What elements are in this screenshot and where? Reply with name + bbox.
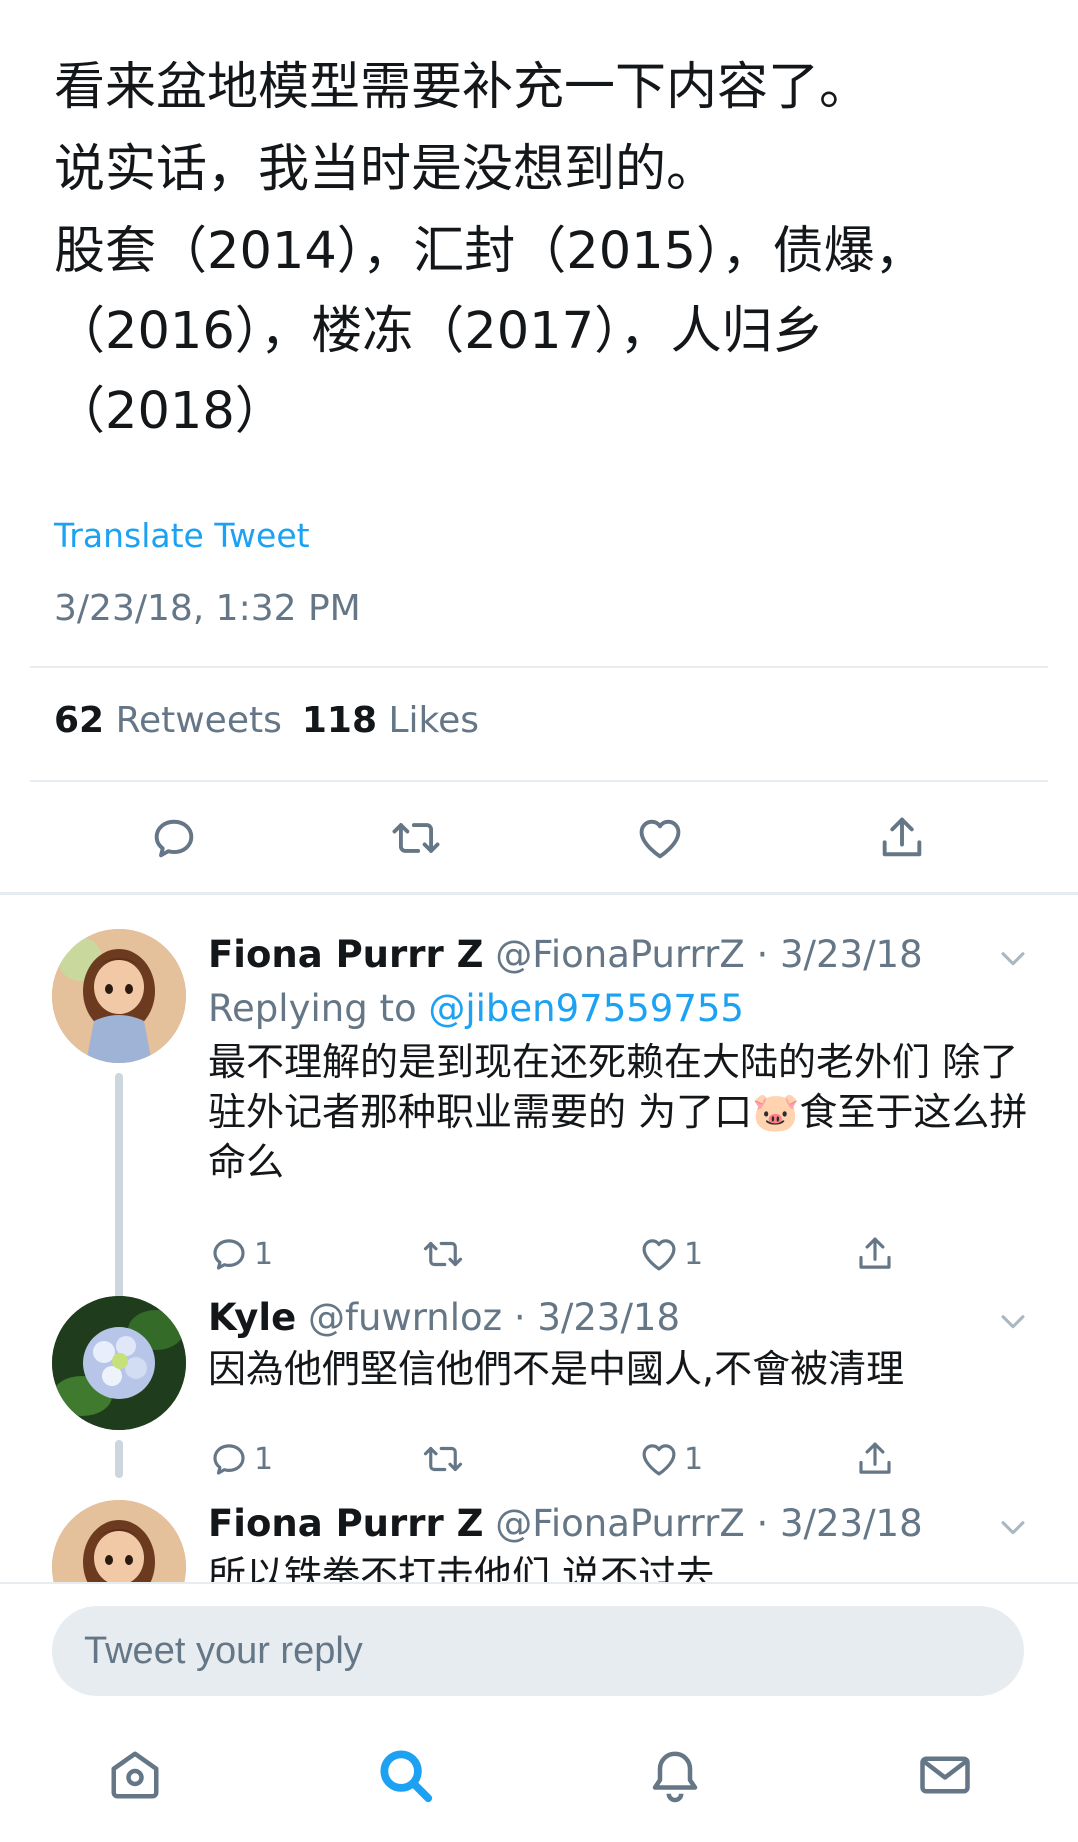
chevron-down-icon[interactable] [996, 941, 1030, 975]
tweet-text: 看来盆地模型需要补充一下内容了。 说实话，我当时是没想到的。 股套（2014），… [54, 48, 1004, 454]
share-icon [882, 817, 922, 857]
reply-date: · 3/23/18 [756, 933, 923, 976]
avatar-figure-image [52, 1500, 186, 1582]
mention-link[interactable]: @jiben97559755 [428, 987, 744, 1030]
user-name[interactable]: Fiona Purrr Z [208, 1502, 483, 1545]
notifications-icon [652, 1751, 698, 1803]
avatar[interactable] [52, 1500, 186, 1582]
reply-header: Fiona Purrr Z @FionaPurrrZ · 3/23/18 [208, 931, 923, 979]
avatar[interactable] [52, 1296, 186, 1430]
tweet-stats: 62 Retweets 118 Likes [54, 700, 479, 741]
tab-messages[interactable] [910, 1740, 980, 1810]
tweet-line-1: 看来盆地模型需要补充一下内容了。 [54, 58, 871, 117]
chevron-down-icon[interactable] [996, 1510, 1030, 1544]
reply-tweet[interactable]: Fiona Purrr Z @FionaPurrrZ · 3/23/18 所以铁… [0, 1470, 1078, 1582]
share-button[interactable] [872, 808, 932, 868]
messages-icon [920, 1756, 970, 1794]
reply-button[interactable]: 1 [208, 1229, 273, 1279]
tab-home[interactable] [100, 1740, 170, 1810]
retweet-icon [392, 823, 440, 853]
tweet-line-2: 说实话，我当时是没想到的。 [54, 140, 718, 199]
chevron-down-icon[interactable] [996, 1304, 1030, 1338]
reply-header: Kyle @fuwrnloz · 3/23/18 [208, 1294, 680, 1342]
user-handle[interactable]: @FionaPurrrZ [495, 933, 744, 976]
home-icon [111, 1751, 159, 1799]
user-handle[interactable]: @fuwrnloz [308, 1296, 502, 1339]
likes-label: Likes [388, 700, 479, 741]
reply-date: · 3/23/18 [756, 1502, 923, 1545]
retweets-count: 62 [54, 700, 105, 741]
reply-icon [154, 819, 194, 858]
reply-icon [213, 1239, 245, 1270]
section-separator [0, 892, 1078, 895]
search-icon [380, 1750, 433, 1803]
replying-to: Replying to @jiben97559755 [208, 985, 744, 1033]
retweets-label: Retweets [115, 700, 282, 741]
retweet-button[interactable] [420, 1229, 470, 1279]
reply-button[interactable] [144, 808, 204, 868]
user-handle[interactable]: @FionaPurrrZ [495, 1502, 744, 1545]
reply-action-bar: 1 1 [0, 1229, 1078, 1279]
likes-count: 118 [301, 700, 377, 741]
like-icon [639, 819, 681, 859]
replying-prefix: Replying to [208, 987, 417, 1030]
bottom-tab-bar [0, 1712, 1078, 1842]
share-icon [859, 1237, 891, 1269]
avatar-figure-image [52, 929, 186, 1063]
tweet-line-3: 股套（2014），汇封（2015），债爆，（2016），楼冻（2017），人归乡… [54, 222, 926, 441]
retweet-icon [423, 1241, 463, 1267]
like-count: 1 [684, 1236, 704, 1272]
tweet-timestamp: 3/23/18, 1:32 PM [54, 588, 361, 629]
tweet-action-bar [0, 808, 1078, 878]
user-name[interactable]: Fiona Purrr Z [208, 933, 483, 976]
divider [30, 666, 1048, 668]
retweet-button[interactable] [386, 808, 446, 868]
retweets-stat[interactable]: 62 Retweets [54, 700, 282, 741]
translate-tweet-link[interactable]: Translate Tweet [54, 516, 310, 555]
share-button[interactable] [854, 1229, 896, 1279]
avatar-flower-image [52, 1296, 186, 1430]
likes-stat[interactable]: 118 Likes [302, 700, 479, 741]
reply-date: · 3/23/18 [513, 1296, 680, 1339]
user-name[interactable]: Kyle [208, 1296, 296, 1339]
like-button[interactable] [630, 808, 690, 868]
reply-text: 最不理解的是到现在还死赖在大陆的老外们 除了驻外记者那种职业需要的 为了口🐷食至… [208, 1040, 1028, 1184]
reply-header: Fiona Purrr Z @FionaPurrrZ · 3/23/18 [208, 1500, 923, 1548]
reply-text: 所以铁拳不打击他们 说不过去 [208, 1553, 715, 1582]
reply-input[interactable]: Tweet your reply [52, 1606, 1024, 1696]
reply-count: 1 [254, 1236, 274, 1272]
avatar[interactable] [52, 929, 186, 1063]
tab-search[interactable] [370, 1740, 440, 1810]
reply-text: 因為他們堅信他們不是中國人,不會被清理 [208, 1347, 905, 1391]
tab-notifications[interactable] [640, 1740, 710, 1810]
divider [30, 780, 1048, 782]
like-icon [642, 1239, 676, 1271]
like-button[interactable]: 1 [638, 1229, 703, 1279]
compose-bar: Tweet your reply [0, 1582, 1078, 1712]
